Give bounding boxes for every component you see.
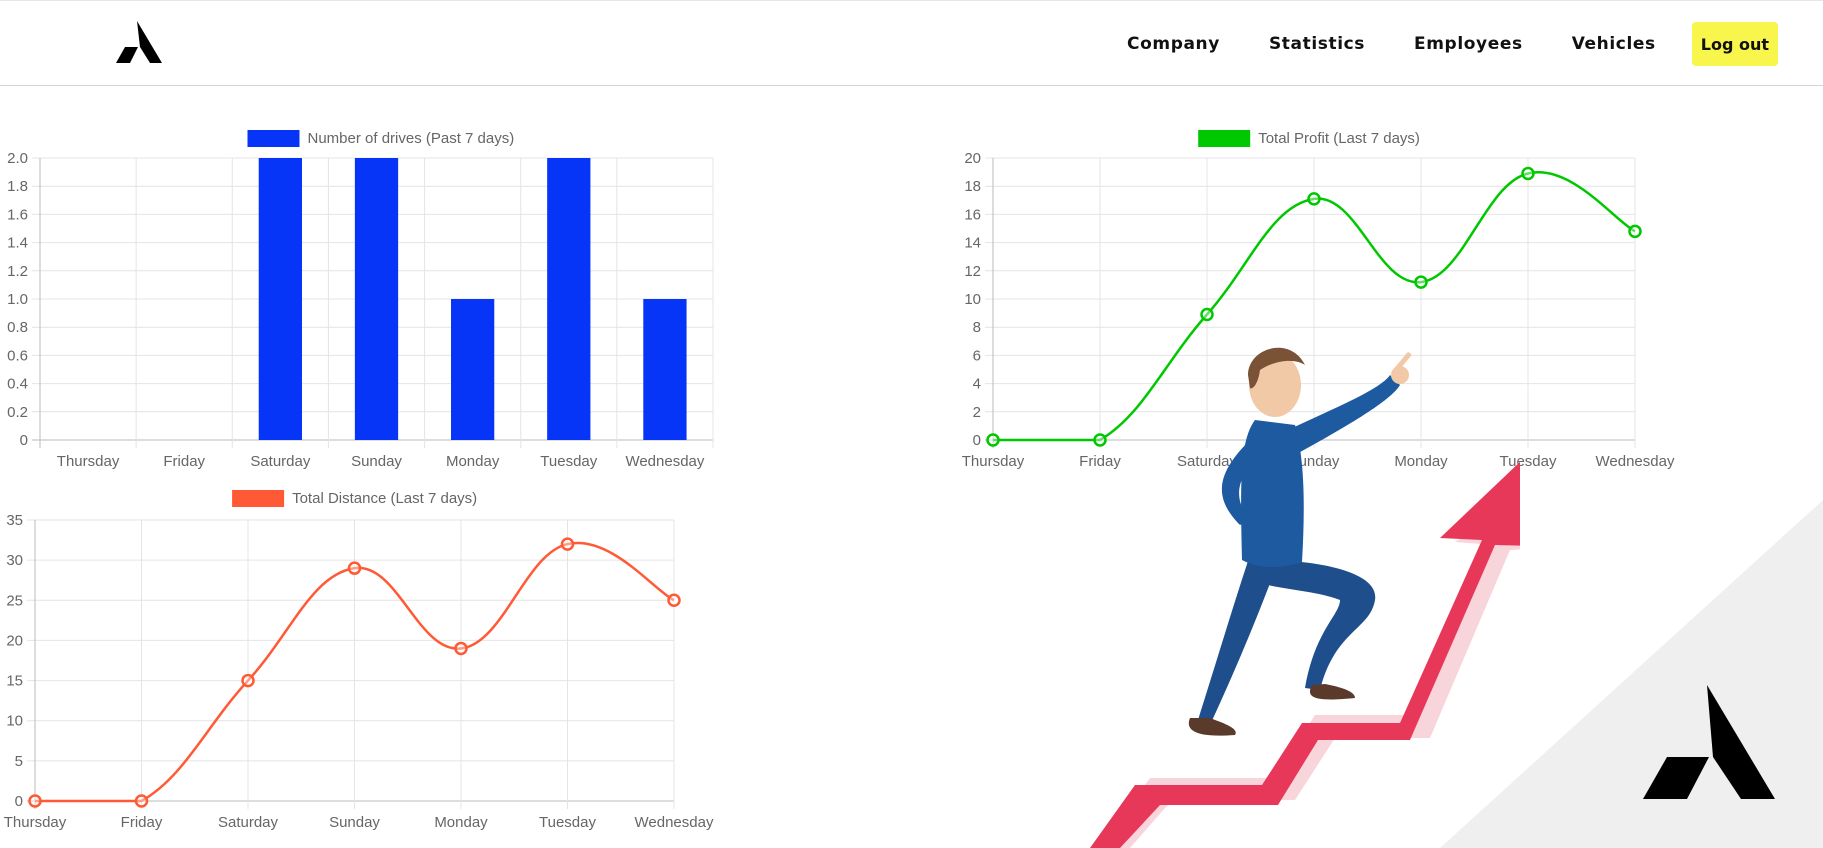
x-tick-label: Monday bbox=[446, 453, 500, 470]
y-tick-label: 1.8 bbox=[7, 178, 28, 195]
data-point-monday bbox=[454, 641, 468, 656]
data-point-friday bbox=[134, 794, 149, 808]
data-point-thursday bbox=[986, 433, 1000, 447]
y-tick-label: 1.6 bbox=[7, 206, 28, 223]
y-tick-label: 0 bbox=[973, 432, 981, 449]
x-tick-label: Saturday bbox=[250, 453, 311, 470]
data-point-saturday bbox=[241, 673, 255, 688]
y-tick-label: 18 bbox=[964, 178, 981, 195]
y-tick-label: 20 bbox=[6, 632, 23, 649]
y-tick-label: 16 bbox=[964, 206, 981, 223]
data-point-wednesday bbox=[667, 593, 681, 608]
data-point-sunday bbox=[1307, 192, 1321, 206]
stylized-a-logo-icon[interactable] bbox=[116, 21, 162, 63]
y-tick-label: 4 bbox=[973, 376, 981, 393]
x-tick-label: Tuesday bbox=[539, 814, 596, 831]
main-nav: Company Statistics Employees Vehicles Lo… bbox=[1127, 22, 1778, 66]
x-tick-label: Saturday bbox=[218, 814, 279, 831]
y-tick-label: 25 bbox=[6, 592, 23, 609]
x-tick-label: Thursday bbox=[57, 453, 120, 470]
legend-label: Total Distance (Last 7 days) bbox=[292, 490, 477, 507]
x-tick-label: Wednesday bbox=[1596, 453, 1675, 470]
y-tick-label: 0.2 bbox=[7, 404, 28, 421]
data-point-tuesday bbox=[1521, 166, 1535, 181]
y-tick-label: 0.4 bbox=[7, 376, 28, 393]
y-tick-label: 0 bbox=[20, 432, 28, 449]
y-tick-label: 10 bbox=[6, 713, 23, 730]
data-point-saturday bbox=[1200, 307, 1214, 322]
x-tick-label: Friday bbox=[121, 814, 163, 831]
top-navigation-bar: Company Statistics Employees Vehicles Lo… bbox=[0, 0, 1823, 86]
legend-swatch bbox=[247, 130, 300, 147]
nav-company[interactable]: Company bbox=[1127, 22, 1220, 66]
x-tick-label: Sunday bbox=[351, 453, 402, 470]
bar-tuesday bbox=[547, 158, 591, 440]
y-tick-label: 0.8 bbox=[7, 319, 28, 336]
distance-line-chart: Total Distance (Last 7 days) 0 5 10 15 20 25 30… bbox=[4, 490, 714, 831]
drives-bar-chart: Number of drives (Past 7 days) 0 0.2 0.4 0.6… bbox=[7, 130, 714, 470]
bar-wednesday bbox=[643, 299, 687, 440]
bar-saturday bbox=[258, 158, 302, 440]
nav-vehicles[interactable]: Vehicles bbox=[1572, 22, 1656, 66]
y-tick-label: 5 bbox=[15, 753, 23, 770]
y-tick-label: 30 bbox=[6, 552, 23, 569]
cartoon-businessman-climbing-rising-arrow-illustration bbox=[1090, 347, 1520, 848]
nav-statistics[interactable]: Statistics bbox=[1269, 22, 1365, 66]
y-tick-label: 10 bbox=[964, 291, 981, 308]
y-tick-label: 0.6 bbox=[7, 347, 28, 364]
data-point-thursday bbox=[28, 794, 42, 808]
y-tick-label: 20 bbox=[964, 150, 981, 167]
y-tick-label: 2.0 bbox=[7, 150, 28, 167]
nav-employees[interactable]: Employees bbox=[1414, 22, 1523, 66]
data-point-monday bbox=[1414, 275, 1428, 289]
x-tick-label: Monday bbox=[434, 814, 488, 831]
data-point-tuesday bbox=[560, 537, 575, 551]
y-tick-label: 35 bbox=[6, 512, 23, 529]
x-tick-label: Thursday bbox=[4, 814, 67, 831]
y-tick-label: 6 bbox=[973, 347, 981, 364]
x-tick-label: Wednesday bbox=[625, 453, 704, 470]
legend-swatch bbox=[1198, 130, 1251, 147]
y-tick-label: 1.4 bbox=[7, 235, 28, 252]
legend-label: Total Profit (Last 7 days) bbox=[1258, 130, 1420, 147]
x-tick-label: Thursday bbox=[962, 453, 1025, 470]
y-tick-label: 8 bbox=[973, 319, 981, 336]
x-tick-label: Wednesday bbox=[635, 814, 714, 831]
bar-sunday bbox=[354, 158, 399, 440]
y-tick-label: 12 bbox=[964, 263, 981, 280]
y-tick-label: 15 bbox=[6, 673, 23, 690]
x-tick-label: Sunday bbox=[329, 814, 380, 831]
y-tick-label: 1.2 bbox=[7, 263, 28, 280]
legend-swatch bbox=[232, 490, 285, 507]
bar-monday bbox=[451, 299, 495, 440]
logout-button[interactable]: Log out bbox=[1691, 22, 1778, 66]
y-tick-label: 1.0 bbox=[7, 291, 28, 308]
legend-label: Number of drives (Past 7 days) bbox=[308, 130, 515, 147]
x-tick-label: Tuesday bbox=[540, 453, 597, 470]
data-point-sunday bbox=[347, 561, 362, 575]
data-point-wednesday bbox=[1628, 224, 1642, 239]
y-tick-label: 0 bbox=[15, 793, 23, 810]
y-tick-label: 14 bbox=[964, 235, 981, 252]
x-tick-label: Friday bbox=[163, 453, 205, 470]
stylized-a-logo-icon bbox=[1643, 685, 1775, 799]
y-tick-label: 2 bbox=[973, 404, 981, 421]
